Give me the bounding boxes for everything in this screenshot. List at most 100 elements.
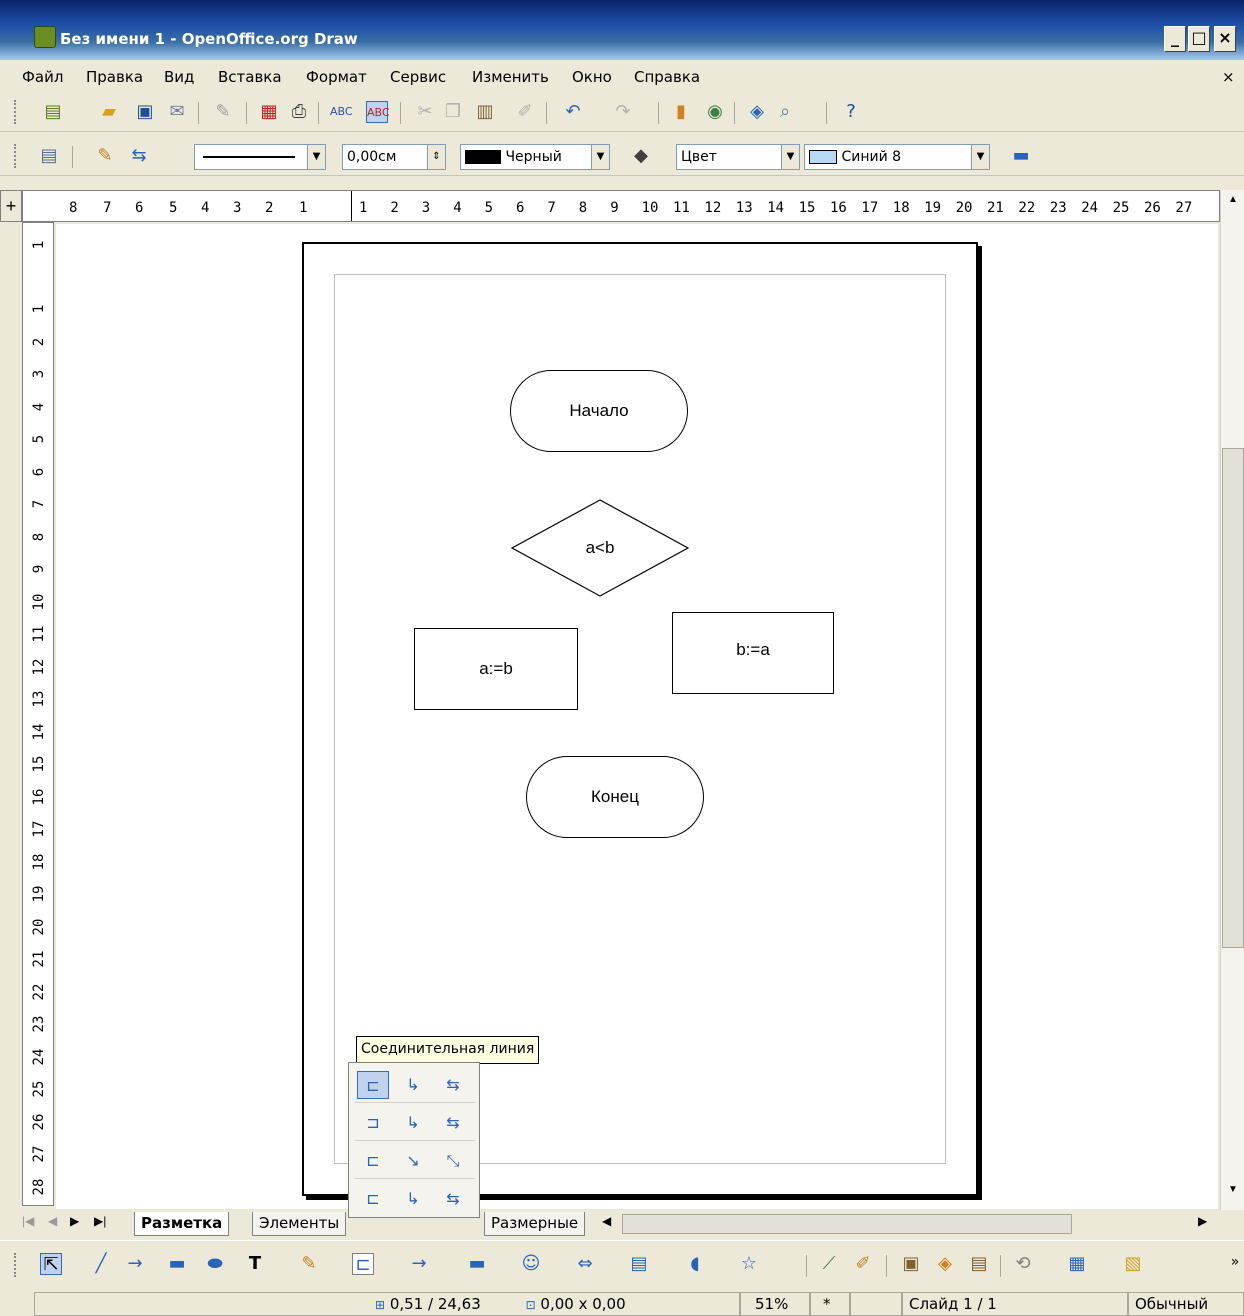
symbol-shapes-icon[interactable]: ☺ (520, 1253, 542, 1275)
line-connector-arrows-icon[interactable]: ⤡ (437, 1147, 469, 1175)
toolbar-more-icon[interactable]: » (1224, 1251, 1244, 1273)
rectangle-icon[interactable]: ▬ (166, 1253, 188, 1275)
tab-controls[interactable]: Элементы (252, 1212, 347, 1236)
stars-icon[interactable]: ☆ (738, 1253, 760, 1275)
ruler-corner[interactable]: + (0, 190, 22, 222)
document-close-icon[interactable]: × (1222, 68, 1235, 86)
connector-circle-arrow-icon[interactable]: ↳ (397, 1109, 429, 1137)
spellcheck-icon[interactable]: ABC (330, 101, 353, 123)
arrow-line-icon[interactable]: → (124, 1253, 146, 1275)
effects-icon[interactable]: ⟲ (1012, 1253, 1034, 1275)
zoom-field[interactable]: 51% (740, 1292, 810, 1316)
curved-connector-icon[interactable]: ⊏ (357, 1185, 389, 1213)
basic-shapes-icon[interactable]: ▬ (466, 1253, 488, 1275)
drawing-canvas[interactable]: Начало a<b a:=b b:=a Конец (56, 224, 1218, 1209)
toolbar-grip[interactable] (14, 144, 18, 168)
minimize-button[interactable]: _ (1164, 26, 1186, 52)
spin-icon[interactable]: ⇕ (427, 145, 445, 169)
new-document-icon[interactable]: ▤ (42, 101, 64, 123)
autospellcheck-icon[interactable]: ABC (366, 101, 390, 123)
text-tool-icon[interactable]: T (244, 1253, 266, 1275)
curve-icon[interactable]: ✎ (298, 1253, 320, 1275)
block-arrows-icon[interactable]: ⇔ (574, 1253, 596, 1275)
area-style-select[interactable]: Цвет ▼ (676, 144, 800, 170)
menu-tools[interactable]: Сервис (390, 68, 446, 86)
arrow-style-icon[interactable]: ⇆ (128, 145, 150, 167)
line-color-select[interactable]: Черный ▼ (460, 144, 610, 170)
process-assign-a[interactable]: a:=b (414, 628, 578, 710)
hscroll-thumb[interactable] (622, 1214, 1072, 1234)
hscroll-left-icon[interactable]: ◀ (602, 1214, 611, 1228)
arrange-icon[interactable]: ▧ (1122, 1253, 1144, 1275)
line-width-input[interactable]: 0,00см ⇕ (342, 144, 446, 170)
gallery-icon[interactable]: ◉ (704, 101, 726, 123)
process-assign-b[interactable]: b:=a (672, 612, 834, 694)
curved-connector-arrow-icon[interactable]: ↳ (397, 1185, 429, 1213)
insert-image-icon[interactable]: ◈ (934, 1253, 956, 1275)
fontwork-icon[interactable]: ▣ (900, 1253, 922, 1275)
scroll-down-icon[interactable]: ▼ (1222, 1180, 1244, 1200)
scroll-thumb[interactable] (1222, 448, 1244, 948)
tab-layout[interactable]: Разметка (134, 1212, 230, 1236)
help-icon[interactable]: ? (840, 101, 862, 123)
menu-edit[interactable]: Правка (86, 68, 143, 86)
connector-circle-icon[interactable]: ⊐ (357, 1109, 389, 1137)
ellipse-icon[interactable]: ⬬ (204, 1253, 226, 1275)
edit-file-icon[interactable]: ✎ (212, 101, 234, 123)
print-icon[interactable]: ⎙ (288, 101, 310, 123)
styles-icon[interactable]: ▤ (38, 145, 60, 167)
menu-window[interactable]: Окно (572, 68, 612, 86)
prev-tab-icon[interactable]: ◀ (48, 1214, 57, 1228)
end-terminal[interactable]: Конец (526, 756, 704, 838)
line-icon[interactable]: ✎ (94, 145, 116, 167)
toolbar-grip[interactable] (14, 100, 18, 124)
vertical-ruler[interactable]: 1 1 2 3 4 5 6 7 8 9 10 11 12 13 14 15 16 17 18 19 20 21 22 23 24… (22, 222, 54, 1206)
paste-icon[interactable]: ▥ (474, 101, 496, 123)
last-tab-icon[interactable]: ▶| (94, 1214, 106, 1228)
zoom-icon[interactable]: ⌕ (774, 101, 796, 123)
connector-standard-icon[interactable]: ⊏ (357, 1071, 389, 1099)
area-icon[interactable]: ◆ (630, 145, 652, 167)
align-icon[interactable]: ▦ (1066, 1253, 1088, 1275)
navigator-icon[interactable]: ◈ (746, 101, 768, 123)
next-tab-icon[interactable]: ▶ (70, 1214, 79, 1228)
close-button[interactable]: × (1214, 26, 1236, 52)
menu-help[interactable]: Справка (634, 68, 700, 86)
lines-arrows-icon[interactable]: → (408, 1253, 430, 1275)
open-icon[interactable]: ▰ (98, 101, 120, 123)
export-pdf-icon[interactable]: ▦ (258, 101, 280, 123)
flowchart-icon[interactable]: ▤ (628, 1253, 650, 1275)
toolbar-grip[interactable] (14, 1253, 18, 1277)
chevron-down-icon[interactable]: ▼ (591, 145, 609, 169)
cut-icon[interactable]: ✂ (414, 101, 436, 123)
shadow-icon[interactable]: ▬ (1010, 145, 1032, 167)
horizontal-ruler[interactable]: 8 7 6 5 4 3 2 1 1 2 3 4 5 6 7 8 9 10 11 12 13 14 15 16 1… (22, 190, 1220, 222)
glue-points-icon[interactable]: ✐ (852, 1253, 874, 1275)
start-terminal[interactable]: Начало (510, 370, 688, 452)
copy-icon[interactable]: ❐ (442, 101, 464, 123)
chevron-down-icon[interactable]: ▼ (307, 145, 325, 169)
maximize-button[interactable]: □ (1188, 26, 1210, 52)
email-icon[interactable]: ✉ (166, 101, 188, 123)
format-paintbrush-icon[interactable]: ✐ (514, 101, 536, 123)
connector-icon[interactable]: ⊏ (352, 1253, 374, 1275)
menu-view[interactable]: Вид (164, 68, 194, 86)
connector-ends-arrow-icon[interactable]: ↳ (397, 1071, 429, 1099)
menu-insert[interactable]: Вставка (218, 68, 282, 86)
connector-arrows-icon[interactable]: ⇆ (437, 1071, 469, 1099)
hscroll-right-icon[interactable]: ▶ (1198, 1214, 1207, 1228)
menu-format[interactable]: Формат (306, 68, 367, 86)
line-tool-icon[interactable]: ╱ (90, 1253, 112, 1275)
line-connector-icon[interactable]: ⊏ (357, 1147, 389, 1175)
undo-icon[interactable]: ↶ (562, 101, 584, 123)
gallery-icon[interactable]: ▤ (968, 1253, 990, 1275)
vertical-scrollbar[interactable]: ▲ ▼ (1220, 190, 1244, 1210)
curved-connector-arrows-icon[interactable]: ⇆ (437, 1185, 469, 1213)
area-color-select[interactable]: Синий 8 ▼ (804, 144, 990, 170)
menu-file[interactable]: Файл (22, 68, 63, 86)
line-connector-arrow-icon[interactable]: ↘ (397, 1147, 429, 1175)
save-icon[interactable]: ▣ (134, 101, 156, 123)
tab-dimensions[interactable]: Размерные (484, 1212, 586, 1236)
chart-icon[interactable]: ▮ (670, 101, 692, 123)
menu-modify[interactable]: Изменить (472, 68, 549, 86)
